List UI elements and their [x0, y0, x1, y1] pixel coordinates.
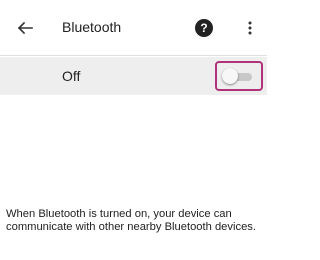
bluetooth-status-label: Off: [62, 68, 81, 84]
help-icon[interactable]: ?: [195, 19, 213, 37]
more-options-button[interactable]: [240, 17, 260, 39]
bluetooth-toggle-row[interactable]: Off: [0, 57, 267, 95]
arrow-left-icon: [17, 21, 33, 35]
bluetooth-toggle-highlight[interactable]: [215, 61, 263, 91]
help-glyph: ?: [200, 21, 208, 35]
bluetooth-toggle-switch[interactable]: [222, 68, 238, 84]
page-title: Bluetooth: [62, 19, 122, 35]
more-vert-icon: [248, 21, 252, 35]
bluetooth-description: When Bluetooth is turned on, your device…: [6, 208, 256, 233]
back-button[interactable]: [14, 17, 36, 39]
app-bar: Bluetooth ?: [0, 0, 267, 56]
